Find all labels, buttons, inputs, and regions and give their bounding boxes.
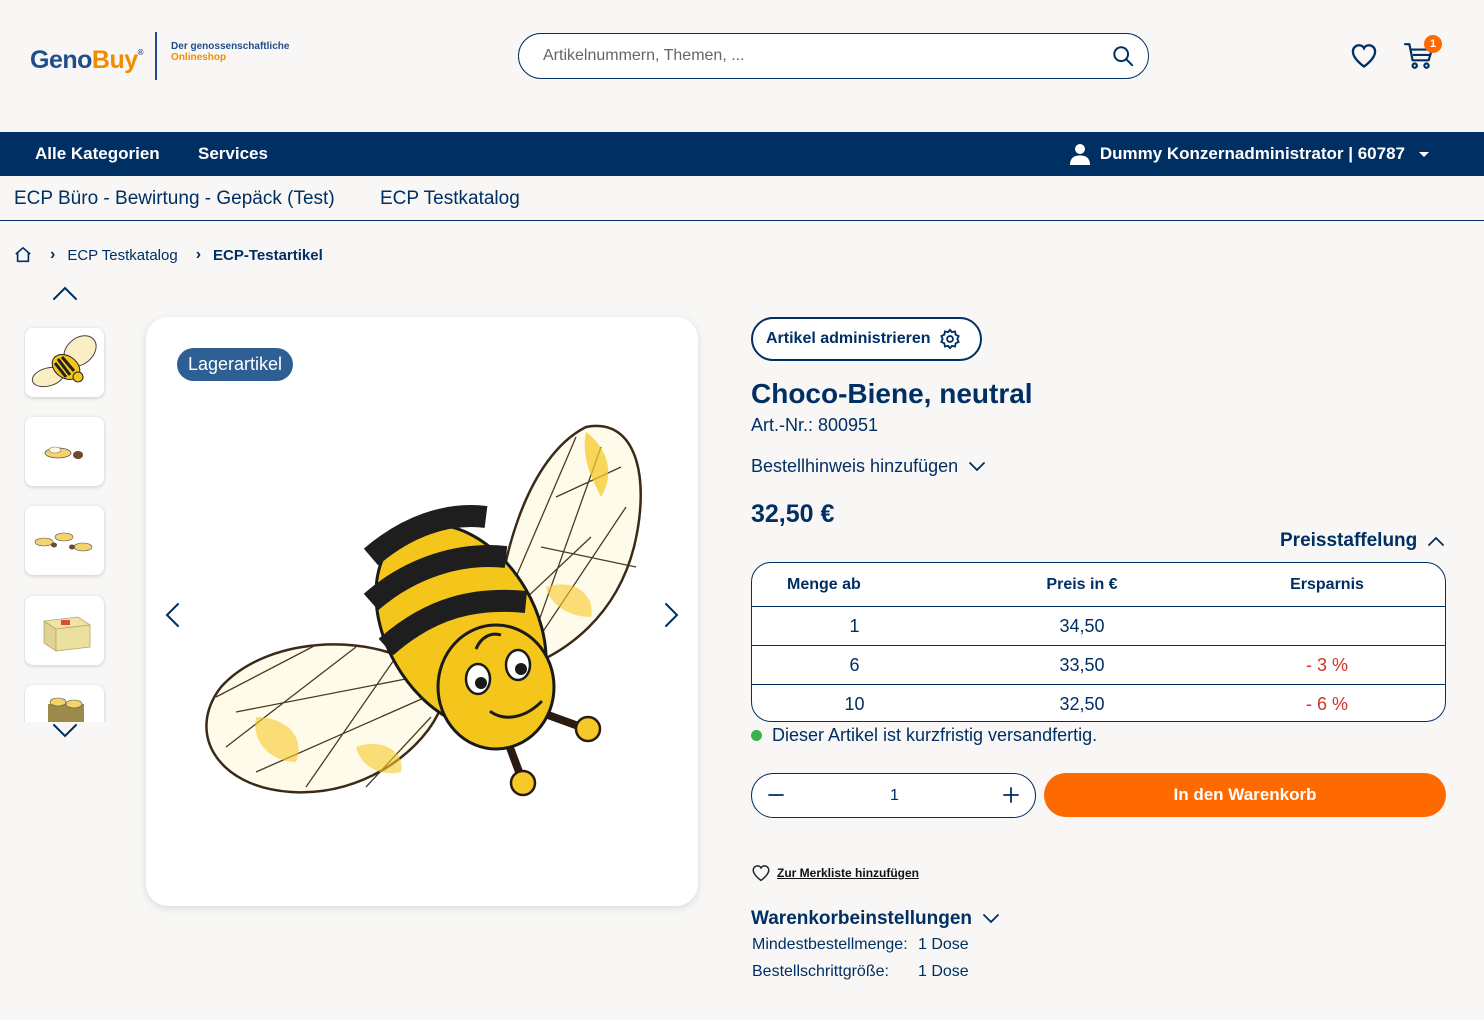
- bee-group-thumbnail-image: [34, 532, 92, 551]
- bee-thumbnail-image: [31, 334, 97, 387]
- admin-article-label: Artikel administrieren: [766, 330, 931, 347]
- product-price: 32,50 €: [751, 500, 835, 528]
- search-input[interactable]: [543, 44, 1103, 68]
- thumbnail-4[interactable]: [25, 596, 104, 665]
- tier-header-saving: Ersparnis: [1290, 575, 1364, 593]
- thumbnail-down-icon[interactable]: [52, 722, 78, 740]
- tier-qty: 10: [844, 693, 865, 714]
- home-icon[interactable]: [14, 246, 32, 264]
- admin-article-button[interactable]: Artikel administrieren: [751, 317, 982, 361]
- cart-settings-label: Warenkorbeinstellungen: [751, 908, 972, 929]
- logo-tagline: Der genossenschaftliche Onlineshop: [171, 41, 290, 63]
- thumbnail-1[interactable]: [25, 328, 104, 397]
- nav-services[interactable]: Services: [198, 144, 268, 164]
- product-title: Choco-Biene, neutral: [751, 378, 1033, 409]
- search-box: [518, 33, 1149, 79]
- breadcrumb-current: ECP-Testartikel: [213, 246, 323, 264]
- bee-product-image: [205, 424, 642, 797]
- setting-label: Bestellschrittgröße:: [752, 963, 889, 980]
- order-note-toggle[interactable]: Bestellhinweis hinzufügen: [751, 456, 986, 477]
- cart-count-badge: 1: [1424, 35, 1442, 53]
- article-number: Art.-Nr.: 800951: [751, 415, 879, 435]
- catalog-tab-testkatalog[interactable]: ECP Testkatalog: [380, 188, 520, 210]
- heart-icon: [752, 865, 770, 882]
- user-menu[interactable]: Dummy Konzernadministrator | 60787: [1069, 143, 1429, 165]
- tier-qty: 6: [849, 654, 860, 675]
- price-tier-table: Menge ab Preis in € Ersparnis 1 34,50 6 …: [751, 562, 1446, 722]
- stock-status: Dieser Artikel ist kurzfristig versandfe…: [751, 725, 1097, 746]
- tier-header-row: Menge ab Preis in € Ersparnis: [752, 563, 1445, 606]
- logo[interactable]: GenoBuy® Der genossenschaftliche Onlines…: [30, 32, 290, 84]
- add-to-wishlist-label: Zur Merkliste hinzufügen: [777, 866, 920, 880]
- tier-price: 32,50: [1059, 693, 1105, 714]
- stock-badge: Lagerartikel: [177, 348, 294, 381]
- breadcrumb-separator: ›: [195, 246, 202, 263]
- tier-saving: [1207, 607, 1445, 645]
- product-image-panel: Lagerartikel: [146, 317, 698, 906]
- tier-row: 1 34,50: [752, 606, 1445, 645]
- tier-header-qty: Menge ab: [787, 575, 861, 593]
- min-order-row: Mindestbestellmenge: 1 Dose: [752, 936, 969, 954]
- setting-value: 1 Dose: [918, 936, 969, 953]
- breadcrumb: › ECP Testkatalog › ECP-Testartikel: [14, 246, 323, 264]
- thumbnail-5[interactable]: [25, 685, 104, 722]
- search-icon[interactable]: [1112, 45, 1134, 67]
- cart-settings-toggle[interactable]: Warenkorbeinstellungen: [751, 908, 1000, 930]
- setting-value: 1 Dose: [918, 963, 969, 980]
- price-tier-toggle[interactable]: Preisstaffelung: [1280, 530, 1445, 552]
- tier-header-price: Preis in €: [1046, 575, 1118, 593]
- price-tier-label: Preisstaffelung: [1280, 530, 1418, 551]
- logo-wordmark: GenoBuy®: [30, 45, 144, 74]
- plus-icon[interactable]: [1001, 785, 1021, 805]
- thumbnail-up-icon[interactable]: [52, 284, 78, 302]
- breadcrumb-separator: ›: [50, 246, 56, 263]
- stock-status-text: Dieser Artikel ist kurzfristig versandfe…: [772, 725, 1098, 745]
- add-to-wishlist-link[interactable]: Zur Merkliste hinzufügen: [751, 864, 919, 882]
- chevron-right-icon[interactable]: [662, 602, 680, 628]
- quantity-stepper: [751, 773, 1036, 818]
- thumbnail-list: [24, 326, 106, 722]
- breadcrumb-item-testkatalog[interactable]: ECP Testkatalog: [67, 247, 177, 264]
- chevron-left-icon[interactable]: [164, 602, 182, 628]
- tier-row: 6 33,50 - 3 %: [752, 645, 1445, 684]
- tier-row: 10 32,50 - 6 %: [752, 684, 1445, 721]
- tier-price: 33,50: [1059, 654, 1105, 675]
- add-to-cart-button[interactable]: In den Warenkorb: [1044, 773, 1446, 817]
- heart-icon[interactable]: [1350, 42, 1378, 70]
- minus-icon[interactable]: [766, 785, 786, 805]
- gift-box-thumbnail-image: [42, 616, 91, 652]
- order-step-row: Bestellschrittgröße: 1 Dose: [752, 963, 969, 981]
- chevron-down-icon: [983, 914, 999, 924]
- tier-saving: - 3 %: [1305, 654, 1348, 675]
- bee-box-thumbnail-image: [47, 697, 84, 722]
- stock-dot-icon: [751, 730, 762, 741]
- thumbnail-2[interactable]: [25, 417, 104, 486]
- catalog-tab-buero[interactable]: ECP Büro - Bewirtung - Gepäck (Test): [14, 188, 335, 210]
- order-note-label: Bestellhinweis hinzufügen: [751, 456, 959, 476]
- header: GenoBuy® Der genossenschaftliche Onlines…: [0, 0, 1484, 132]
- quantity-input[interactable]: [842, 784, 947, 808]
- logo-divider: [155, 32, 158, 80]
- tier-price: 34,50: [1059, 615, 1105, 636]
- user-icon: [1069, 144, 1090, 165]
- catalog-bar: ECP Büro - Bewirtung - Gepäck (Test) ECP…: [0, 176, 1484, 221]
- tier-saving: - 6 %: [1305, 693, 1348, 714]
- chevron-down-icon: [969, 461, 986, 471]
- setting-label: Mindestbestellmenge:: [752, 936, 908, 953]
- bee-small-thumbnail-image: [44, 446, 83, 459]
- tier-qty: 1: [849, 615, 860, 636]
- nav-all-categories[interactable]: Alle Kategorien: [35, 144, 160, 164]
- caret-down-icon: [1419, 151, 1429, 157]
- thumbnail-3[interactable]: [25, 506, 104, 575]
- main-navbar: Alle Kategorien Services Dummy Konzernad…: [0, 132, 1484, 176]
- user-name: Dummy Konzernadministrator | 60787: [1099, 144, 1405, 163]
- gear-icon: [939, 328, 960, 350]
- chevron-up-icon: [1428, 536, 1445, 546]
